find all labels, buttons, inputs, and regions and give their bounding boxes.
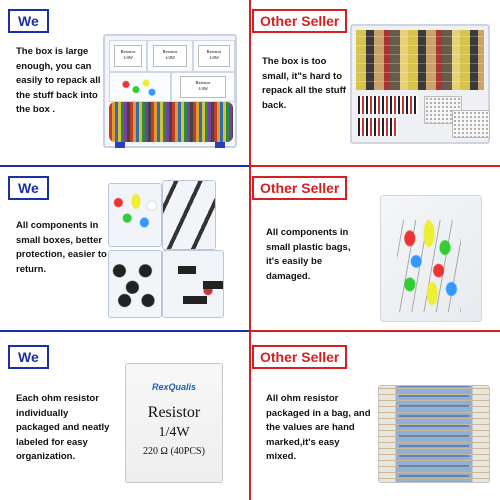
row-divider-1 bbox=[0, 165, 500, 167]
other-seller-tag: Other Seller bbox=[252, 176, 348, 200]
label-line: 1/4W bbox=[198, 86, 208, 91]
compartment: Resistor 1/4W bbox=[193, 40, 235, 72]
compartment bbox=[109, 72, 171, 102]
jumper-wire-bundle bbox=[358, 96, 418, 114]
we-description: The box is large enough, you can easily … bbox=[16, 46, 101, 115]
led-box-photo bbox=[108, 183, 162, 247]
resistor-rating: 1/4W bbox=[158, 425, 190, 440]
resistor-value: 220 Ω (40PCS) bbox=[143, 446, 205, 457]
resistor-label-card: Resistor 1/4W bbox=[153, 45, 187, 67]
other-seller-tag: Other Seller bbox=[252, 9, 348, 33]
resistor-title: Resistor bbox=[147, 404, 201, 421]
label-line: 1/4W bbox=[165, 55, 175, 60]
compartment: Resistor 1/4W bbox=[109, 40, 147, 72]
organizer-box-photo: Resistor 1/4W Resistor 1/4W Resistor 1/4… bbox=[103, 34, 237, 148]
resistor-label-card: Resistor 1/4W bbox=[114, 45, 142, 67]
center-divider bbox=[249, 0, 251, 500]
led-pile bbox=[118, 74, 158, 100]
jumper-wire-bundle bbox=[358, 118, 398, 136]
resistor-label-card: Resistor 1/4W bbox=[198, 45, 230, 67]
label-line: 1/4W bbox=[123, 55, 133, 60]
transistor-box-photo bbox=[162, 180, 216, 250]
we-tag: We bbox=[8, 176, 49, 200]
brand-logo: RexQualis bbox=[151, 382, 197, 392]
jumper-wires bbox=[109, 102, 233, 142]
row-divider-2 bbox=[0, 330, 500, 332]
compartment: Resistor 1/4W bbox=[171, 72, 235, 102]
label-line: 1/4W bbox=[209, 55, 219, 60]
other-seller-tag: Other Seller bbox=[252, 345, 348, 369]
cramped-box-photo bbox=[350, 24, 490, 144]
other-seller-description: All components in small plastic bags, it… bbox=[266, 227, 351, 282]
crammed-components bbox=[356, 30, 484, 90]
other-seller-description: All ohm resistor packaged in a bag, and … bbox=[266, 393, 371, 462]
resistor-label-card: Resistor 1/4W bbox=[180, 76, 226, 98]
box-latch bbox=[215, 142, 225, 148]
box-latch bbox=[115, 142, 125, 148]
capacitor-box-photo bbox=[108, 250, 162, 318]
breadboard bbox=[452, 110, 490, 138]
we-tag: We bbox=[8, 345, 49, 369]
plastic-bag-photo bbox=[380, 195, 482, 322]
loose-components bbox=[397, 220, 461, 312]
compartment: Resistor 1/4W bbox=[147, 40, 193, 72]
resistor-bag-photo: RexQualis Resistor 1/4W 220 Ω (40PCS) bbox=[125, 363, 223, 483]
mixed-resistors-photo bbox=[378, 385, 490, 483]
we-description: Each ohm resistor individually packaged … bbox=[16, 393, 110, 462]
we-tag: We bbox=[8, 9, 49, 33]
ic-box-photo bbox=[162, 250, 224, 318]
other-seller-description: The box is too small, it"s hard to repac… bbox=[262, 56, 346, 111]
we-description: All components in small boxes, better pr… bbox=[16, 220, 107, 275]
